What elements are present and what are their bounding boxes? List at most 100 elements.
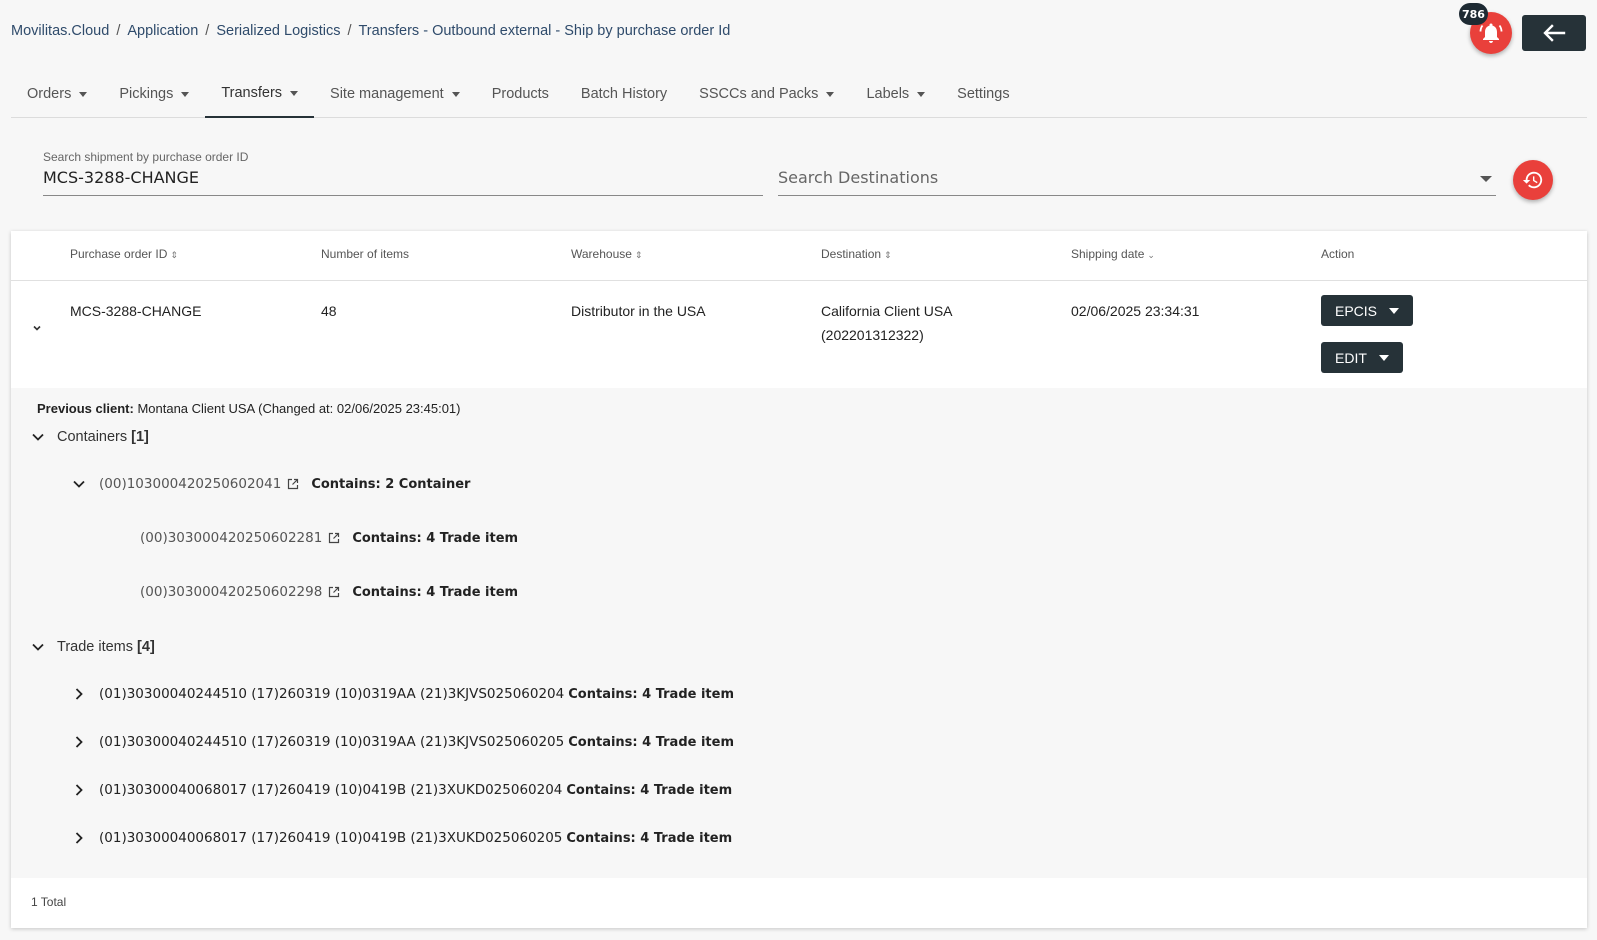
container-contains: Contains: 4 Trade item (352, 584, 519, 600)
containers-section-toggle[interactable]: Containers [1] (31, 425, 149, 449)
tab-products[interactable]: Products (476, 70, 565, 118)
trade-item-contains: Contains: 4 Trade item (568, 686, 735, 702)
container-child-item: (00)303000420250602298 Contains: 4 Trade… (140, 580, 518, 604)
caret-down-icon (1378, 354, 1389, 361)
caret-down-icon (451, 91, 460, 97)
cell-purchase-order-id: MCS-3288-CHANGE (70, 303, 202, 319)
column-header-destination[interactable]: Destination ⇕ (821, 247, 892, 261)
container-contains: Contains: 2 Container (311, 476, 471, 492)
trade-items-count: [4] (137, 639, 155, 655)
main-nav: Orders Pickings Transfers Site managemen… (11, 70, 1587, 118)
chevron-right-icon[interactable] (72, 687, 86, 701)
chevron-right-icon[interactable] (72, 831, 86, 845)
table-header: Purchase order ID ⇕ Number of items Wareh… (11, 231, 1587, 281)
destination-id: (202201312322) (821, 327, 924, 343)
sort-desc-icon: ⌄ (1147, 250, 1155, 260)
trade-items-section-toggle[interactable]: Trade items [4] (31, 635, 155, 659)
trade-item-code: (01)30300040244510 (17)260319 (10)0319AA… (99, 686, 565, 702)
history-button[interactable] (1513, 160, 1553, 200)
po-search-field: Search shipment by purchase order ID (43, 146, 763, 196)
tab-settings[interactable]: Settings (941, 70, 1025, 118)
destination-name: California Client USA (821, 303, 953, 319)
column-header-action: Action (1321, 247, 1355, 261)
container-code: (00)303000420250602298 (140, 584, 323, 600)
row-detail-panel: Previous client: Montana Client USA (Cha… (11, 388, 1587, 878)
chevron-down-icon (31, 430, 45, 444)
po-search-input[interactable] (43, 168, 743, 187)
caret-down-icon (181, 91, 190, 97)
trade-item: (01)30300040244510 (17)260319 (10)0319AA… (72, 682, 734, 706)
arrow-left-icon (1543, 24, 1566, 42)
caret-down-icon (917, 91, 926, 97)
bell-icon (1479, 23, 1503, 43)
tab-labels[interactable]: Labels (850, 70, 941, 118)
chevron-right-icon[interactable] (72, 735, 86, 749)
tab-transfers[interactable]: Transfers (205, 70, 315, 118)
external-link-icon[interactable] (287, 475, 299, 494)
tab-label: Orders (27, 86, 72, 102)
notification-count-badge: 786 (1459, 3, 1488, 25)
previous-client: Previous client: Montana Client USA (Cha… (37, 401, 461, 416)
containers-count: [1] (131, 429, 149, 445)
tab-orders[interactable]: Orders (11, 70, 103, 118)
history-icon (1522, 171, 1543, 189)
external-link-icon[interactable] (328, 583, 340, 602)
breadcrumb-current-page[interactable]: Transfers - Outbound external - Ship by … (358, 23, 730, 39)
breadcrumb-separator: / (116, 23, 121, 39)
cell-destination: California Client USA (202201312322) (821, 299, 953, 347)
sort-icon: ⇕ (170, 250, 178, 260)
breadcrumb-separator: / (347, 23, 352, 39)
sort-icon: ⇕ (884, 250, 892, 260)
caret-down-icon (1389, 307, 1400, 314)
results-card: Purchase order ID ⇕ Number of items Wareh… (11, 231, 1587, 928)
tab-label: Products (491, 86, 549, 102)
trade-item-code: (01)30300040068017 (17)260419 (10)0419B … (99, 830, 563, 846)
container-code: (00)103000420250602041 (99, 476, 282, 492)
trade-item-contains: Contains: 4 Trade item (566, 830, 733, 846)
edit-label: EDIT (1335, 349, 1367, 366)
breadcrumb-home[interactable]: Movilitas.Cloud (11, 23, 109, 39)
edit-dropdown-button[interactable]: EDIT (1321, 342, 1403, 373)
notifications: 786 (1459, 3, 1512, 54)
row-collapse-chevron-icon[interactable] (31, 321, 43, 339)
trade-item-code: (01)30300040244510 (17)260319 (10)0319AA… (99, 734, 565, 750)
tab-label: Transfers (221, 85, 283, 101)
tab-batch-history[interactable]: Batch History (565, 70, 683, 118)
previous-client-label: Previous client: (37, 401, 134, 416)
destination-search-input[interactable] (778, 168, 1458, 187)
caret-down-icon (826, 91, 835, 97)
tab-site-management[interactable]: Site management (314, 70, 476, 118)
container-item: (00)103000420250602041 Contains: 2 Conta… (72, 472, 470, 496)
container-contains: Contains: 4 Trade item (352, 530, 519, 546)
cell-number-of-items: 48 (321, 303, 337, 319)
table-total: 1 Total (31, 895, 67, 909)
epcis-label: EPCIS (1335, 302, 1378, 319)
column-header-number-of-items: Number of items (321, 247, 410, 261)
tab-label: Site management (330, 86, 444, 102)
chevron-down-icon[interactable] (72, 477, 86, 491)
breadcrumb: Movilitas.Cloud / Application / Serialized L… (11, 23, 730, 39)
external-link-icon[interactable] (328, 529, 340, 548)
trade-item: (01)30300040068017 (17)260419 (10)0419B … (72, 778, 732, 802)
tab-label: Settings (957, 86, 1010, 102)
column-header-shipping-date[interactable]: Shipping date ⌄ (1071, 247, 1155, 261)
breadcrumb-application[interactable]: Application (127, 23, 198, 39)
breadcrumb-serialized-logistics[interactable]: Serialized Logistics (216, 23, 340, 39)
tab-pickings[interactable]: Pickings (103, 70, 205, 118)
column-header-warehouse[interactable]: Warehouse ⇕ (571, 247, 642, 261)
epcis-dropdown-button[interactable]: EPCIS (1321, 295, 1414, 326)
caret-down-icon (79, 91, 88, 97)
chevron-down-icon (31, 640, 45, 654)
chevron-right-icon[interactable] (72, 783, 86, 797)
previous-client-value: Montana Client USA (Changed at: 02/06/20… (137, 401, 461, 416)
tab-label: Batch History (580, 86, 668, 102)
container-code: (00)303000420250602281 (140, 530, 323, 546)
container-child-item: (00)303000420250602281 Contains: 4 Trade… (140, 526, 518, 550)
column-header-purchase-order-id[interactable]: Purchase order ID ⇕ (70, 247, 178, 261)
table-row: MCS-3288-CHANGE 48 Distributor in the US… (11, 281, 1587, 388)
dropdown-arrow-icon[interactable] (1480, 176, 1492, 182)
back-button[interactable] (1522, 15, 1586, 51)
tab-label: Labels (866, 86, 910, 102)
tab-ssccs-and-packs[interactable]: SSCCs and Packs (683, 70, 850, 118)
containers-label: Containers (57, 429, 128, 445)
